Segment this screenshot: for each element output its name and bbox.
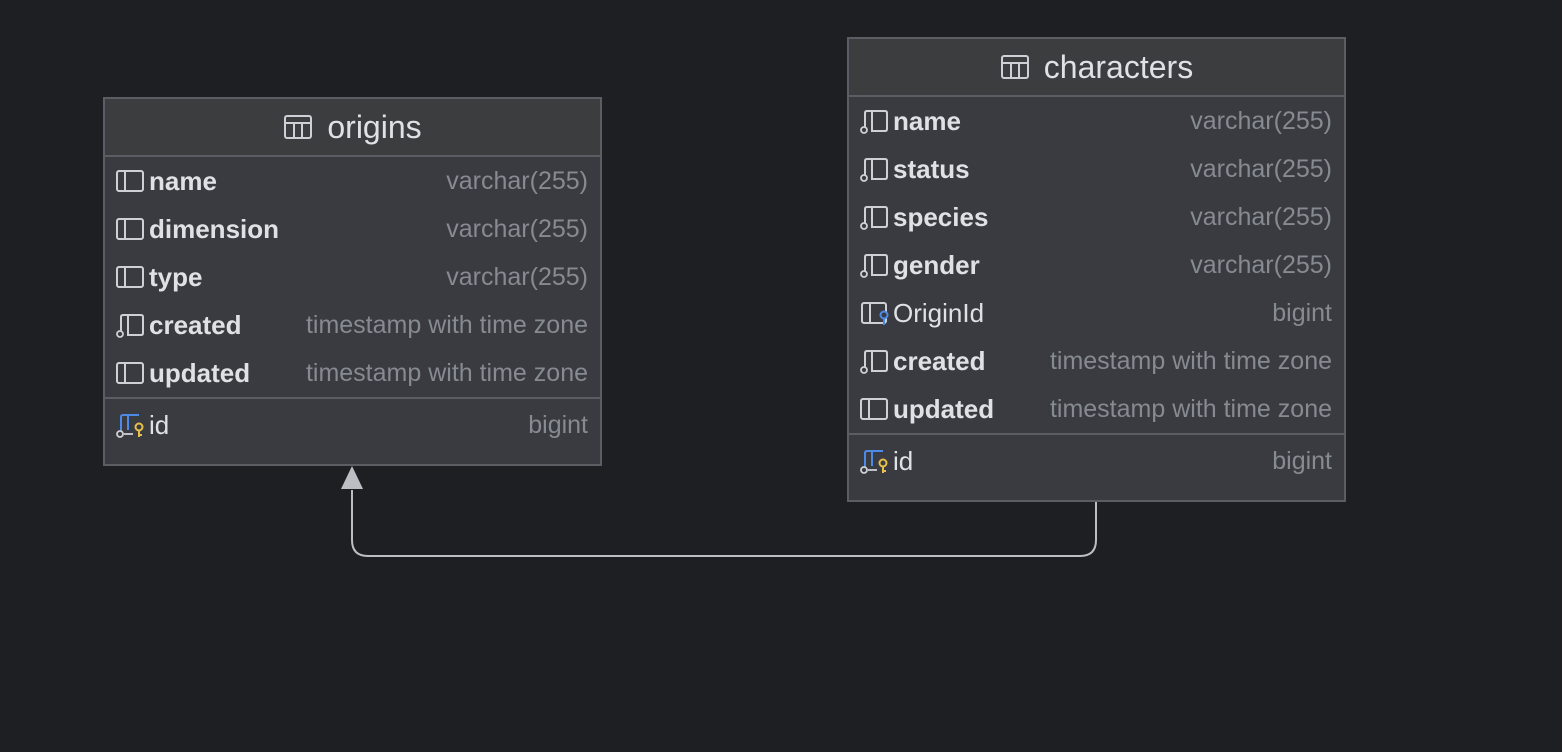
column-type: varchar(255) — [1190, 202, 1332, 231]
column-type: varchar(255) — [446, 262, 588, 291]
column-not-null-icon — [859, 346, 893, 376]
column-row-gender[interactable]: gender varchar(255) — [849, 241, 1344, 289]
origins-table[interactable]: origins name varchar(255) dimension varc… — [103, 97, 602, 466]
column-name: updated — [893, 393, 995, 424]
column-row-dimension[interactable]: dimension varchar(255) — [105, 205, 600, 253]
column-name: created — [149, 309, 242, 340]
column-name: gender — [893, 249, 980, 280]
column-row-name[interactable]: name varchar(255) — [105, 157, 600, 205]
column-not-null-icon — [859, 154, 893, 184]
primary-key-section: id bigint — [849, 433, 1344, 485]
foreign-key-icon — [859, 298, 893, 328]
column-name: dimension — [149, 213, 280, 244]
column-name: type — [149, 261, 203, 292]
column-type: bigint — [528, 410, 588, 439]
fk-arrowhead — [341, 466, 363, 489]
column-row-created[interactable]: created timestamp with time zone — [849, 337, 1344, 385]
column-type: bigint — [1272, 446, 1332, 475]
column-icon — [115, 262, 149, 292]
column-name: status — [893, 153, 970, 184]
column-type: varchar(255) — [446, 166, 588, 195]
column-row-originid[interactable]: OriginId bigint — [849, 289, 1344, 337]
column-not-null-icon — [859, 106, 893, 136]
column-type: bigint — [1272, 298, 1332, 327]
column-row-id[interactable]: id bigint — [105, 401, 600, 449]
column-row-status[interactable]: status varchar(255) — [849, 145, 1344, 193]
column-name: species — [893, 201, 989, 232]
column-row-type[interactable]: type varchar(255) — [105, 253, 600, 301]
column-type: varchar(255) — [1190, 106, 1332, 135]
column-icon — [115, 166, 149, 196]
column-type: varchar(255) — [446, 214, 588, 243]
origins-table-header[interactable]: origins — [105, 99, 600, 157]
characters-table-title: characters — [1043, 48, 1194, 85]
column-type: varchar(255) — [1190, 250, 1332, 279]
primary-key-icon — [859, 446, 893, 476]
column-name: id — [149, 409, 170, 440]
characters-table[interactable]: characters name varchar(255) status varc… — [847, 37, 1346, 502]
column-not-null-icon — [859, 250, 893, 280]
column-name: OriginId — [893, 297, 985, 328]
column-name: updated — [149, 357, 251, 388]
column-row-created[interactable]: created timestamp with time zone — [105, 301, 600, 349]
column-row-species[interactable]: species varchar(255) — [849, 193, 1344, 241]
column-type: timestamp with time zone — [305, 310, 588, 339]
column-type: timestamp with time zone — [305, 358, 588, 387]
column-type: varchar(255) — [1190, 154, 1332, 183]
column-name: id — [893, 445, 914, 476]
column-row-id[interactable]: id bigint — [849, 437, 1344, 485]
table-icon — [1000, 54, 1030, 80]
column-name: name — [893, 105, 961, 136]
column-type: timestamp with time zone — [1049, 346, 1332, 375]
column-icon — [115, 358, 149, 388]
column-icon — [115, 214, 149, 244]
column-row-updated[interactable]: updated timestamp with time zone — [105, 349, 600, 397]
characters-table-header[interactable]: characters — [849, 39, 1344, 97]
primary-key-icon — [115, 410, 149, 440]
column-not-null-icon — [115, 310, 149, 340]
column-row-name[interactable]: name varchar(255) — [849, 97, 1344, 145]
primary-key-section: id bigint — [105, 397, 600, 449]
column-not-null-icon — [859, 202, 893, 232]
column-name: created — [893, 345, 986, 376]
origins-table-title: origins — [327, 108, 422, 145]
column-name: name — [149, 165, 217, 196]
column-row-updated[interactable]: updated timestamp with time zone — [849, 385, 1344, 433]
column-type: timestamp with time zone — [1049, 394, 1332, 423]
column-icon — [859, 394, 893, 424]
table-icon — [283, 114, 313, 140]
